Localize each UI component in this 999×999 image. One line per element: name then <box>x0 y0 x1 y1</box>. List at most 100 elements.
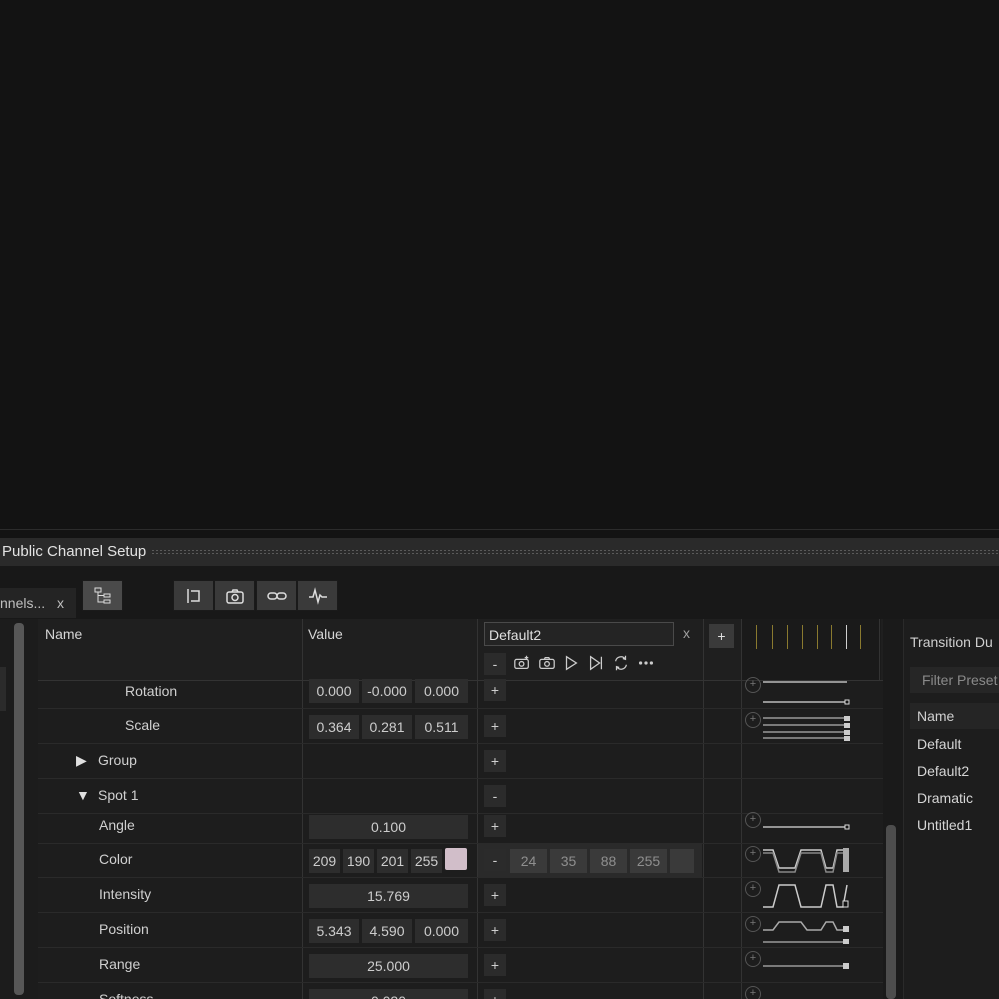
table-row[interactable]: Color 209 190 201 255 - 24 35 88 255 + <box>38 843 883 878</box>
curve-graph <box>763 884 849 908</box>
row-add-button[interactable]: + <box>484 750 506 772</box>
preset-list-item[interactable]: Dramatic <box>917 790 973 806</box>
value-field[interactable]: 255 <box>411 849 442 873</box>
value-field[interactable]: 25.000 <box>309 954 468 978</box>
row-remove-button[interactable]: - <box>484 785 506 807</box>
row-name: Rotation <box>125 683 178 699</box>
value-field[interactable]: -0.000 <box>362 679 412 703</box>
collapse-arrow-icon[interactable]: ▼ <box>76 787 90 803</box>
row-add-button[interactable]: + <box>484 815 506 837</box>
preset-color-swatch[interactable] <box>670 849 694 873</box>
table-row[interactable]: Scale 0.364 0.281 0.511 + + <box>38 709 883 744</box>
value-field[interactable]: 190 <box>343 849 374 873</box>
table-row[interactable]: Angle 0.100 + + <box>38 809 883 844</box>
preset-list-item[interactable]: Untitled1 <box>917 817 972 833</box>
add-curve-icon[interactable]: + <box>745 916 761 932</box>
timeline-tick <box>787 625 788 649</box>
add-curve-icon[interactable]: + <box>745 986 761 999</box>
preset-remove-button[interactable]: - <box>484 653 506 675</box>
row-add-button[interactable]: + <box>484 679 506 701</box>
play-button[interactable] <box>561 653 581 673</box>
preset-value-field[interactable]: 88 <box>590 849 627 873</box>
add-curve-icon[interactable]: + <box>745 951 761 967</box>
curve-preview[interactable]: + <box>741 948 881 982</box>
row-remove-button[interactable]: - <box>484 849 506 871</box>
presets-name-header[interactable]: Name <box>910 703 999 729</box>
snapshot-capture-button[interactable] <box>537 653 557 673</box>
row-add-button[interactable]: + <box>484 715 506 737</box>
filter-presets-input[interactable]: Filter Preset <box>910 667 999 693</box>
value-field[interactable]: 0.511 <box>415 715 468 739</box>
table-row[interactable]: Intensity 15.769 + + <box>38 878 883 913</box>
link-button[interactable] <box>256 580 297 611</box>
curve-preview[interactable]: + <box>741 913 881 947</box>
value-field[interactable]: 209 <box>309 849 340 873</box>
value-field[interactable]: 0.000 <box>309 679 359 703</box>
row-add-button[interactable]: + <box>484 884 506 906</box>
preset-list-item[interactable]: Default2 <box>917 763 969 779</box>
value-field[interactable]: 0.100 <box>309 815 468 839</box>
row-add-button[interactable]: + <box>484 954 506 976</box>
curve-preview[interactable]: + <box>741 809 881 843</box>
preset-name-input[interactable]: Default2 <box>484 622 674 646</box>
add-preset-button[interactable]: + <box>709 624 734 648</box>
3d-viewport[interactable] <box>0 0 999 529</box>
snapshot-button[interactable] <box>214 580 255 611</box>
left-scrollbar-thumb[interactable] <box>14 623 24 995</box>
presets-panel-title: Transition Du <box>910 634 993 650</box>
timeline-playhead[interactable] <box>846 625 847 649</box>
waveform-button[interactable] <box>297 580 338 611</box>
step-forward-button[interactable] <box>586 653 606 673</box>
camera-icon <box>225 588 244 604</box>
curve-preview[interactable]: + <box>741 843 881 877</box>
value-field[interactable]: 0.020 <box>309 989 468 999</box>
row-add-button[interactable]: + <box>484 919 506 941</box>
table-scrollbar-thumb[interactable] <box>886 825 896 999</box>
curve-preview[interactable]: + <box>741 674 881 708</box>
row-add-button[interactable]: + <box>484 989 506 999</box>
table-row[interactable]: Rotation 0.000 -0.000 0.000 + + <box>38 674 883 709</box>
value-field[interactable]: 4.590 <box>362 919 412 943</box>
drag-grip[interactable] <box>151 549 999 555</box>
value-field[interactable]: 0.364 <box>309 715 359 739</box>
channels-tab-close-button[interactable]: x <box>57 588 69 618</box>
left-scrollbar[interactable] <box>0 619 38 999</box>
camera-plus-icon <box>514 655 529 670</box>
hierarchy-button[interactable] <box>82 580 123 611</box>
add-curve-icon[interactable]: + <box>745 712 761 728</box>
preset-value-field[interactable]: 255 <box>630 849 667 873</box>
preset-close-button[interactable]: x <box>683 625 690 641</box>
color-swatch[interactable] <box>445 848 467 870</box>
table-row[interactable]: Range 25.000 + + <box>38 948 883 983</box>
more-button[interactable] <box>636 653 656 673</box>
table-scrollbar[interactable] <box>883 619 903 999</box>
panel-titlebar[interactable]: Public Channel Setup <box>0 538 999 566</box>
value-field[interactable]: 201 <box>377 849 408 873</box>
curve-preview[interactable]: + <box>741 709 881 743</box>
add-curve-icon[interactable]: + <box>745 812 761 828</box>
preset-value-field[interactable]: 24 <box>510 849 547 873</box>
value-field[interactable]: 0.281 <box>362 715 412 739</box>
value-field[interactable]: 0.000 <box>415 679 468 703</box>
preset-list-item[interactable]: Default <box>917 736 961 752</box>
table-row[interactable]: ▶ Group + <box>38 744 883 779</box>
value-field[interactable]: 0.000 <box>415 919 468 943</box>
add-curve-icon[interactable]: + <box>745 881 761 897</box>
snapshot-add-button[interactable] <box>512 653 532 673</box>
timeline-range-button[interactable] <box>173 580 214 611</box>
name-column-header[interactable]: Name <box>45 626 82 642</box>
loop-button[interactable] <box>611 653 631 673</box>
add-curve-icon[interactable]: + <box>745 846 761 862</box>
value-column-header[interactable]: Value <box>308 626 343 642</box>
timeline-ticks[interactable] <box>741 619 881 680</box>
preset-value-field[interactable]: 35 <box>550 849 587 873</box>
table-row[interactable]: Softness 0.020 + + <box>38 983 883 999</box>
row-name: Color <box>99 851 133 867</box>
expand-arrow-icon[interactable]: ▶ <box>76 752 87 769</box>
add-curve-icon[interactable]: + <box>745 677 761 693</box>
curve-preview[interactable]: + <box>741 983 881 999</box>
curve-preview[interactable]: + <box>741 878 881 912</box>
value-field[interactable]: 5.343 <box>309 919 359 943</box>
value-field[interactable]: 15.769 <box>309 884 468 908</box>
table-row[interactable]: Position 5.343 4.590 0.000 + + <box>38 913 883 948</box>
